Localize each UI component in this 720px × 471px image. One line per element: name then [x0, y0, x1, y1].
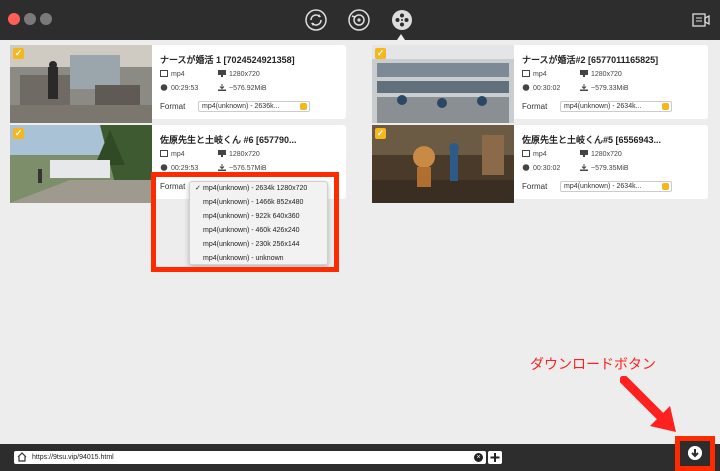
resolution-info: 1280x720	[580, 70, 622, 78]
film-icon	[160, 70, 168, 77]
download-size-icon	[580, 164, 588, 171]
resolution-info: 1280x720	[218, 70, 260, 78]
refresh-icon[interactable]	[305, 9, 327, 31]
duration-info: 00:30:02	[522, 84, 560, 92]
clock-icon	[522, 84, 530, 91]
minimize-window-button[interactable]	[24, 13, 36, 25]
select-checkbox[interactable]: ✓	[375, 128, 386, 139]
film-icon	[522, 150, 530, 157]
film-icon	[160, 150, 168, 157]
film-reel-icon[interactable]	[391, 9, 413, 31]
video-card[interactable]: ✓ 佐原先生と土岐くん#5 [6556943... mp4 1280x720 0…	[372, 125, 708, 203]
monitor-icon	[218, 150, 226, 157]
url-bar: https://9tsu.vip/94015.html ×	[0, 444, 720, 471]
download-icon	[688, 446, 702, 460]
download-size-icon	[218, 84, 226, 91]
clear-icon[interactable]: ×	[474, 453, 483, 462]
clock-icon	[160, 164, 168, 171]
clock-icon	[522, 164, 530, 171]
add-icon[interactable]	[488, 451, 502, 464]
home-icon[interactable]	[17, 452, 27, 462]
format-select[interactable]: mp4(unknown) - 2634k...	[560, 181, 672, 192]
resolution-info: 1280x720	[218, 150, 260, 158]
select-checkbox[interactable]: ✓	[13, 48, 24, 59]
video-thumbnail: ✓	[372, 125, 514, 203]
video-title: 佐原先生と土岐くん #6 [657790...	[160, 135, 297, 145]
select-checkbox[interactable]: ✓	[375, 48, 386, 59]
download-size-icon	[580, 84, 588, 91]
duration-info: 00:30:02	[522, 164, 560, 172]
video-card[interactable]: ✓ ナースが婚活 1 [7024524921358] mp4 1280x720 …	[10, 45, 346, 123]
maximize-window-button[interactable]	[40, 13, 52, 25]
size-info: ~579.33MiB	[580, 84, 629, 92]
select-checkbox[interactable]: ✓	[13, 128, 24, 139]
chevron-down-icon	[662, 183, 669, 190]
size-info: ~576.92MiB	[218, 84, 267, 92]
chevron-down-icon	[662, 103, 669, 110]
video-title: ナースが婚活 1 [7024524921358]	[160, 55, 295, 65]
format-label: Format	[522, 182, 548, 191]
download-button-annotation: ダウンロードボタン	[530, 357, 656, 373]
download-button[interactable]	[675, 436, 715, 471]
container-info: mp4	[160, 70, 185, 78]
url-text: https://9tsu.vip/94015.html	[32, 454, 114, 461]
format-label: Format	[160, 102, 186, 111]
annotation-arrow-icon	[620, 376, 676, 432]
format-label: Format	[522, 102, 548, 111]
size-info: ~579.35MiB	[580, 164, 629, 172]
container-info: mp4	[160, 150, 185, 158]
size-info: ~576.57MiB	[218, 164, 267, 172]
video-list: ✓ ナースが婚活 1 [7024524921358] mp4 1280x720 …	[0, 40, 720, 444]
monitor-icon	[218, 70, 226, 77]
monitor-icon	[580, 150, 588, 157]
screen-record-icon[interactable]	[692, 12, 710, 28]
close-window-button[interactable]	[8, 13, 20, 25]
film-icon	[522, 70, 530, 77]
video-thumbnail: ✓	[10, 45, 152, 123]
video-card[interactable]: ✓ ナースが婚活#2 [6577011165825] mp4 1280x720 …	[372, 45, 708, 123]
resolution-info: 1280x720	[580, 150, 622, 158]
duration-info: 00:29:53	[160, 84, 198, 92]
container-info: mp4	[522, 150, 547, 158]
video-thumbnail: ✓	[10, 125, 152, 203]
monitor-icon	[580, 70, 588, 77]
format-select[interactable]: mp4(unknown) - 2636k...	[198, 101, 310, 112]
url-input[interactable]: https://9tsu.vip/94015.html ×	[14, 451, 486, 464]
convert-icon[interactable]	[348, 9, 370, 31]
app-window: ✓ ナースが婚活 1 [7024524921358] mp4 1280x720 …	[0, 0, 720, 471]
clock-icon	[160, 84, 168, 91]
chevron-down-icon	[300, 103, 307, 110]
video-title: ナースが婚活#2 [6577011165825]	[522, 55, 659, 65]
download-size-icon	[218, 164, 226, 171]
container-info: mp4	[522, 70, 547, 78]
duration-info: 00:29:53	[160, 164, 198, 172]
format-select[interactable]: mp4(unknown) - 2634k...	[560, 101, 672, 112]
video-thumbnail: ✓	[372, 45, 514, 123]
dropdown-highlight-frame	[151, 172, 339, 272]
titlebar	[0, 0, 720, 40]
video-title: 佐原先生と土岐くん#5 [6556943...	[522, 135, 662, 145]
